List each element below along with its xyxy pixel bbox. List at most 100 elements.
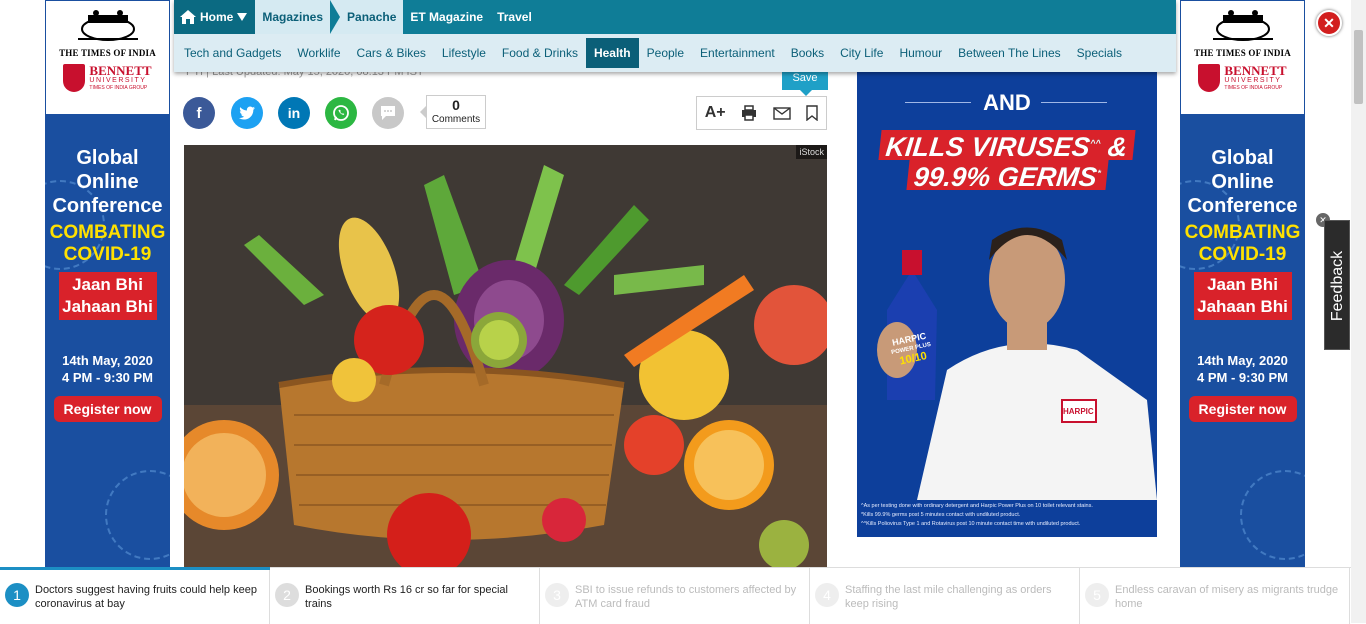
- nav-travel[interactable]: Travel: [490, 0, 539, 34]
- comment-bubble-icon: [381, 106, 395, 120]
- ticker-item[interactable]: 1 Doctors suggest having fruits could he…: [0, 567, 270, 624]
- toi-brand: THE TIMES OF INDIA: [59, 48, 156, 58]
- ad-line-5: COVID-19: [63, 244, 152, 265]
- ad-date-text: 14th May, 2020: [62, 353, 153, 368]
- nav-home[interactable]: Home: [174, 0, 256, 34]
- fine-2: *Kills 99.9% germs post 5 minutes contac…: [861, 512, 1021, 518]
- bookmark-button[interactable]: [806, 105, 818, 121]
- divider-line: [905, 102, 971, 103]
- top-navigation: Home Magazines Panache ET Magazine Trave…: [174, 0, 1176, 72]
- nav-magazines[interactable]: Magazines: [255, 0, 331, 34]
- email-button[interactable]: [772, 106, 791, 120]
- claim-1-text: KILLS VIRUSES: [884, 132, 1092, 162]
- subnav-worklife[interactable]: Worklife: [289, 38, 348, 68]
- ad-headline: Global Online Conference: [1180, 146, 1305, 218]
- ad-headline: Global Online Conference: [45, 146, 170, 218]
- mail-icon: [772, 106, 791, 120]
- scrollbar-thumb[interactable]: [1354, 30, 1363, 104]
- fruit-basket-image: [184, 145, 827, 568]
- bennett-shield-icon: [63, 64, 86, 92]
- ticker-item[interactable]: 3 SBI to issue refunds to customers affe…: [540, 568, 810, 624]
- home-icon: [180, 10, 196, 24]
- ad-line-3: Conference: [52, 195, 163, 217]
- twitter-icon: [239, 106, 255, 120]
- comment-button[interactable]: [372, 97, 404, 129]
- ticker-number: 3: [545, 583, 569, 607]
- claim-2-mark: *: [1096, 168, 1102, 178]
- close-icon: ✕: [1323, 14, 1335, 31]
- ticker-item[interactable]: 2 Bookings worth Rs 16 cr so far for spe…: [270, 568, 540, 624]
- virus-graphic: [1240, 470, 1305, 560]
- page-scrollbar[interactable]: [1351, 0, 1366, 623]
- ad-claim-line-1: KILLS VIRUSES^^ &: [878, 130, 1136, 162]
- ad-claim: KILLS VIRUSES^^ & 99.9% GERMS*: [857, 130, 1157, 192]
- bennett-name: BENNETT: [89, 63, 152, 78]
- print-button[interactable]: [741, 105, 757, 121]
- top-stories-ticker: 1 Doctors suggest having fruits could he…: [0, 567, 1351, 624]
- bennett-sub: UNIVERSITY: [1224, 77, 1282, 84]
- subnav-city-life[interactable]: City Life: [832, 38, 891, 68]
- ad-tag-1: Jaan Bhi: [1207, 275, 1278, 294]
- fine-1: ^As per testing done with ordinary deter…: [861, 503, 1093, 509]
- subnav-lifestyle[interactable]: Lifestyle: [434, 38, 494, 68]
- nav-et-magazine[interactable]: ET Magazine: [403, 0, 490, 34]
- toi-brand: THE TIMES OF INDIA: [1194, 48, 1291, 58]
- subnav-books[interactable]: Books: [783, 38, 832, 68]
- fine-3: ^^Kills Poliovirus Type 1 and Rotavirus …: [861, 521, 1081, 527]
- facebook-share-button[interactable]: f: [183, 97, 215, 129]
- subnav-food-drinks[interactable]: Food & Drinks: [494, 38, 586, 68]
- ad-date: 14th May, 2020 4 PM - 9:30 PM: [1180, 352, 1305, 386]
- ad-tag-2: Jahaan Bhi: [1197, 297, 1288, 316]
- image-credit: iStock: [796, 145, 827, 159]
- ad-line-3: Conference: [1187, 195, 1298, 217]
- ad-tag-1: Jaan Bhi: [72, 275, 143, 294]
- bennett-name: BENNETT: [1224, 63, 1287, 78]
- font-size-button[interactable]: A+: [705, 104, 726, 122]
- register-now-button[interactable]: Register now: [1188, 396, 1297, 422]
- subnav-humour[interactable]: Humour: [891, 38, 950, 68]
- subnav-cars-bikes[interactable]: Cars & Bikes: [349, 38, 434, 68]
- twitter-share-button[interactable]: [231, 97, 263, 129]
- whatsapp-share-button[interactable]: [325, 97, 357, 129]
- breadcrumb-arrow-icon: [330, 0, 341, 34]
- whatsapp-icon: [333, 105, 349, 121]
- bennett-logo: BENNETT UNIVERSITY TIMES OF INDIA GROUP: [1181, 64, 1304, 92]
- feedback-tab[interactable]: Feedback: [1324, 220, 1350, 350]
- ad-date: 14th May, 2020 4 PM - 9:30 PM: [45, 352, 170, 386]
- chevron-down-icon: [237, 13, 248, 21]
- claim-2-text: 99.9% GERMS: [911, 162, 1099, 192]
- bennett-logo: BENNETT UNIVERSITY TIMES OF INDIA GROUP: [46, 64, 169, 92]
- left-side-ad[interactable]: THE TIMES OF INDIA BENNETT UNIVERSITY TI…: [45, 0, 170, 568]
- nav-panache[interactable]: Panache: [340, 0, 404, 34]
- bennett-group: TIMES OF INDIA GROUP: [1224, 85, 1283, 91]
- ticker-item[interactable]: 5 Endless caravan of misery as migrants …: [1080, 568, 1350, 624]
- ticker-item[interactable]: 4 Staffing the last mile challenging as …: [810, 568, 1080, 624]
- claim-1-amp: &: [1106, 132, 1130, 162]
- subnav-specials[interactable]: Specials: [1069, 38, 1130, 68]
- ad-date-text: 14th May, 2020: [1197, 353, 1288, 368]
- shirt-logo: HARPIC: [1063, 407, 1094, 416]
- comments-count-box[interactable]: 0 Comments: [420, 95, 486, 129]
- comments-count: 0: [452, 97, 460, 113]
- right-side-ad[interactable]: THE TIMES OF INDIA BENNETT UNIVERSITY TI…: [1180, 0, 1305, 568]
- subnav-health[interactable]: Health: [585, 38, 639, 68]
- ticker-number: 2: [275, 583, 299, 607]
- bennett-group: TIMES OF INDIA GROUP: [89, 85, 148, 91]
- bennett-shield-icon: [1198, 64, 1221, 92]
- linkedin-share-button[interactable]: in: [278, 97, 310, 129]
- close-ad-button[interactable]: ✕: [1316, 10, 1342, 36]
- harpic-ad[interactable]: AND KILLS VIRUSES^^ & 99.9% GERMS* HARPI…: [857, 70, 1157, 537]
- ad-fine-print: ^As per testing done with ordinary deter…: [861, 502, 1153, 529]
- ad-line-4: COMBATING: [49, 222, 166, 243]
- ticker-headline: SBI to issue refunds to customers affect…: [575, 584, 797, 610]
- subnav-between-the-lines[interactable]: Between The Lines: [950, 38, 1069, 68]
- register-now-button[interactable]: Register now: [53, 396, 162, 422]
- subnav-entertainment[interactable]: Entertainment: [692, 38, 783, 68]
- ad-logo-box: THE TIMES OF INDIA BENNETT UNIVERSITY TI…: [46, 1, 169, 114]
- ad-claim-line-2: 99.9% GERMS*: [906, 160, 1108, 192]
- subnav-people[interactable]: People: [639, 38, 692, 68]
- ticker-headline: Bookings worth Rs 16 cr so far for speci…: [305, 584, 508, 610]
- ad-line-2: Online: [76, 171, 139, 193]
- ad-time-text: 4 PM - 9:30 PM: [61, 370, 154, 385]
- subnav-tech-and-gadgets[interactable]: Tech and Gadgets: [176, 38, 289, 68]
